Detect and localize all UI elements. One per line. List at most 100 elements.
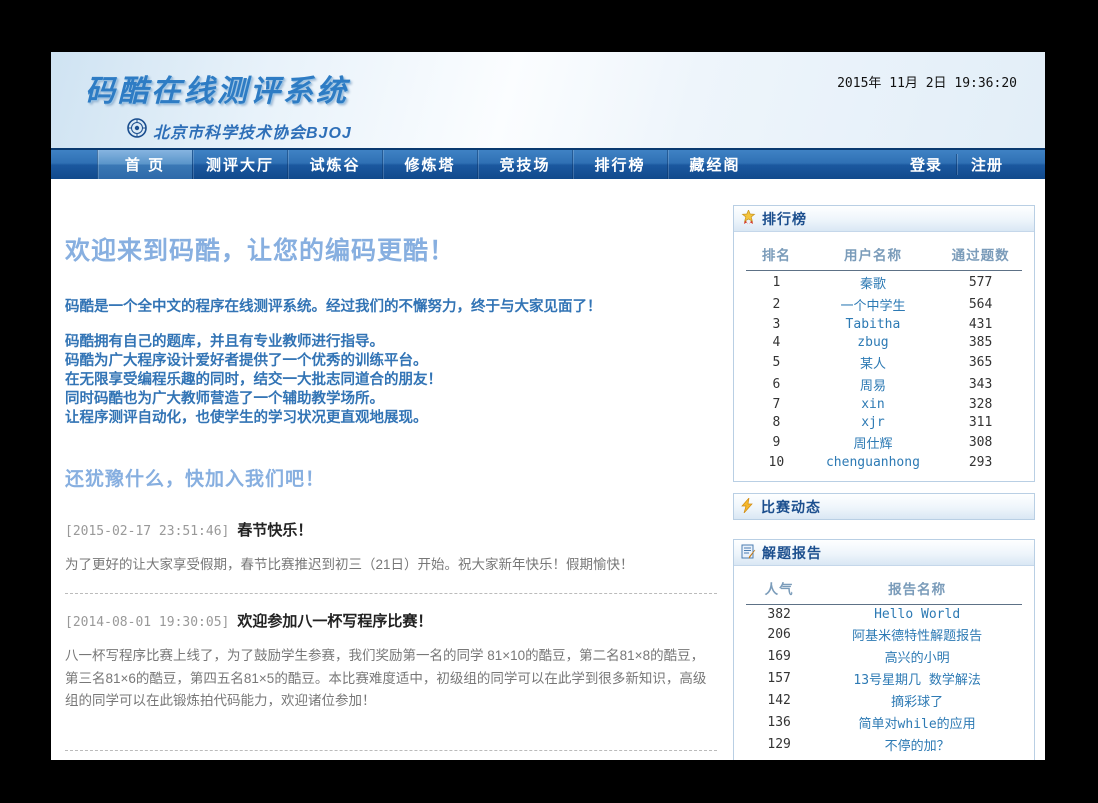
feature-line: 同时码酷也为广大教师营造了一个辅助教学场所。	[65, 390, 717, 409]
logo-title: 码酷在线测评系统	[85, 66, 352, 110]
table-row: 5 某人 365	[746, 351, 1022, 373]
announcement-item: [2014-08-01 19:30:05] 欢迎参加八一杯写程序比赛！ 八一杯写…	[65, 610, 717, 712]
nav-item-ranking[interactable]: 排行榜	[572, 150, 667, 179]
feature-line: 让程序测评自动化，也使学生的学习状况更直观地展现。	[65, 409, 717, 428]
username-link[interactable]: xin	[807, 395, 939, 413]
username-link[interactable]: 某人	[807, 351, 939, 373]
username-link[interactable]: 一个中学生	[807, 293, 939, 315]
announcement-title[interactable]: 春节快乐！	[237, 519, 312, 540]
username-link[interactable]: 秦歌	[807, 271, 939, 294]
sidebar: 排行榜 排名 用户名称 通过题数 1 秦歌	[733, 179, 1035, 760]
views-count: 157	[746, 667, 812, 689]
nav-item-home[interactable]: 首 页	[97, 150, 192, 179]
report-link[interactable]: 摘彩球了	[812, 689, 1022, 711]
feature-line: 码酷为广大程序设计爱好者提供了一个优秀的训练平台。	[65, 352, 717, 371]
table-row: 2 一个中学生 564	[746, 293, 1022, 315]
solved-count: 365	[939, 351, 1022, 373]
announcement-list: [2015-02-17 23:51:46] 春节快乐！ 为了更好的让大家享受假期…	[65, 519, 717, 760]
solved-count: 293	[939, 453, 1022, 471]
announcement-title[interactable]: 欢迎参加八一杯写程序比赛！	[237, 610, 432, 631]
username-link[interactable]: chenguanhong	[807, 453, 939, 471]
table-row: 169 高兴的小明	[746, 645, 1022, 667]
solved-count: 564	[939, 293, 1022, 315]
features-list: 码酷拥有自己的题库，并且有专业教师进行指导。 码酷为广大程序设计爱好者提供了一个…	[65, 333, 717, 428]
table-row: 6 周易 343	[746, 373, 1022, 395]
username-link[interactable]: Tabitha	[807, 315, 939, 333]
rank-value: 4	[746, 333, 807, 351]
main-nav: 首 页 测评大厅 试炼谷 修炼塔 竞技场 排行榜 藏经阁 登录 注册	[51, 148, 1045, 179]
report-link[interactable]: 不停的加？	[812, 733, 1022, 755]
rank-value: 2	[746, 293, 807, 315]
solved-count: 311	[939, 413, 1022, 431]
username-link[interactable]: zbug	[807, 333, 939, 351]
nav-item-library[interactable]: 藏经阁	[667, 150, 762, 179]
dashed-divider	[65, 750, 717, 751]
table-row: 382 Hello World	[746, 605, 1022, 624]
views-count: 382	[746, 605, 812, 624]
intro-paragraph: 码酷是一个全中文的程序在线测评系统。经过我们的不懈努力，终于与大家见面了！	[65, 295, 717, 316]
main-content: 欢迎来到码酷，让您的编码更酷！ 码酷是一个全中文的程序在线测评系统。经过我们的不…	[65, 179, 717, 760]
nav-item-arena[interactable]: 竞技场	[477, 150, 572, 179]
report-link[interactable]: 高兴的小明	[812, 645, 1022, 667]
reports-panel: 解题报告 人气 报告名称 382 Hello World	[733, 539, 1035, 760]
table-row: 10 chenguanhong 293	[746, 453, 1022, 471]
feature-line: 在无限享受编程乐趣的同时，结交一大批志同道合的朋友！	[65, 371, 717, 390]
table-row: 157 13号星期几 数学解法	[746, 667, 1022, 689]
rank-value: 9	[746, 431, 807, 453]
report-link[interactable]: 简单对while的应用	[812, 711, 1022, 733]
rank-value: 1	[746, 271, 807, 294]
views-count: 206	[746, 623, 812, 645]
solved-count: 308	[939, 431, 1022, 453]
ranking-table: 排名 用户名称 通过题数 1 秦歌 577 2 一个中学	[746, 239, 1022, 471]
table-row: 125 输入问题及程序实现方法	[746, 755, 1022, 760]
register-button[interactable]: 注册	[957, 150, 1017, 179]
login-button[interactable]: 登录	[896, 150, 956, 179]
username-link[interactable]: xjr	[807, 413, 939, 431]
table-row: 1 秦歌 577	[746, 271, 1022, 294]
rank-value: 10	[746, 453, 807, 471]
column-header-report-name: 报告名称	[812, 573, 1022, 605]
join-cta-heading: 还犹豫什么，快加入我们吧！	[65, 464, 717, 491]
rank-value: 5	[746, 351, 807, 373]
solved-count: 577	[939, 271, 1022, 294]
rank-value: 6	[746, 373, 807, 395]
nav-item-trial-valley[interactable]: 试炼谷	[287, 150, 382, 179]
rank-value: 8	[746, 413, 807, 431]
ranking-panel: 排行榜 排名 用户名称 通过题数 1 秦歌	[733, 205, 1035, 482]
table-row: 136 简单对while的应用	[746, 711, 1022, 733]
username-link[interactable]: 周易	[807, 373, 939, 395]
nav-item-judge-hall[interactable]: 测评大厅	[192, 150, 287, 179]
table-row: 4 zbug 385	[746, 333, 1022, 351]
solved-count: 385	[939, 333, 1022, 351]
views-count: 129	[746, 733, 812, 755]
column-header-username: 用户名称	[807, 239, 939, 271]
dashed-divider	[65, 593, 717, 594]
column-header-rank: 排名	[746, 239, 807, 271]
ranking-panel-header: 排行榜	[734, 206, 1034, 232]
report-link[interactable]: 阿基米德特性解题报告	[812, 623, 1022, 645]
browser-page: 码酷在线测评系统 北京市科学技术协会BJOJ 2015年 11月 2日 19:3…	[51, 52, 1045, 760]
site-header: 码酷在线测评系统 北京市科学技术协会BJOJ 2015年 11月 2日 19:3…	[51, 52, 1045, 148]
views-count: 125	[746, 755, 812, 760]
report-link[interactable]: 输入问题及程序实现方法	[812, 755, 1022, 760]
site-logo[interactable]: 码酷在线测评系统 北京市科学技术协会BJOJ	[85, 66, 352, 143]
username-link[interactable]: 周仕辉	[807, 431, 939, 453]
table-row: 206 阿基米德特性解题报告	[746, 623, 1022, 645]
table-row: 129 不停的加？	[746, 733, 1022, 755]
nav-item-training-tower[interactable]: 修炼塔	[382, 150, 477, 179]
nav-auth-group: 登录 注册	[896, 150, 1017, 179]
solved-count: 343	[939, 373, 1022, 395]
rank-value: 7	[746, 395, 807, 413]
report-link[interactable]: 13号星期几 数学解法	[812, 667, 1022, 689]
views-count: 169	[746, 645, 812, 667]
contest-panel: 比赛动态	[733, 493, 1035, 520]
contest-panel-title: 比赛动态	[761, 497, 821, 517]
feature-line: 码酷拥有自己的题库，并且有专业教师进行指导。	[65, 333, 717, 352]
report-link[interactable]: Hello World	[812, 605, 1022, 624]
contest-panel-header: 比赛动态	[734, 494, 1034, 519]
views-count: 136	[746, 711, 812, 733]
reports-panel-title: 解题报告	[762, 543, 822, 563]
welcome-heading: 欢迎来到码酷，让您的编码更酷！	[65, 231, 717, 267]
announcement-timestamp: [2015-02-17 23:51:46]	[65, 524, 229, 539]
current-datetime: 2015年 11月 2日 19:36:20	[837, 72, 1017, 91]
